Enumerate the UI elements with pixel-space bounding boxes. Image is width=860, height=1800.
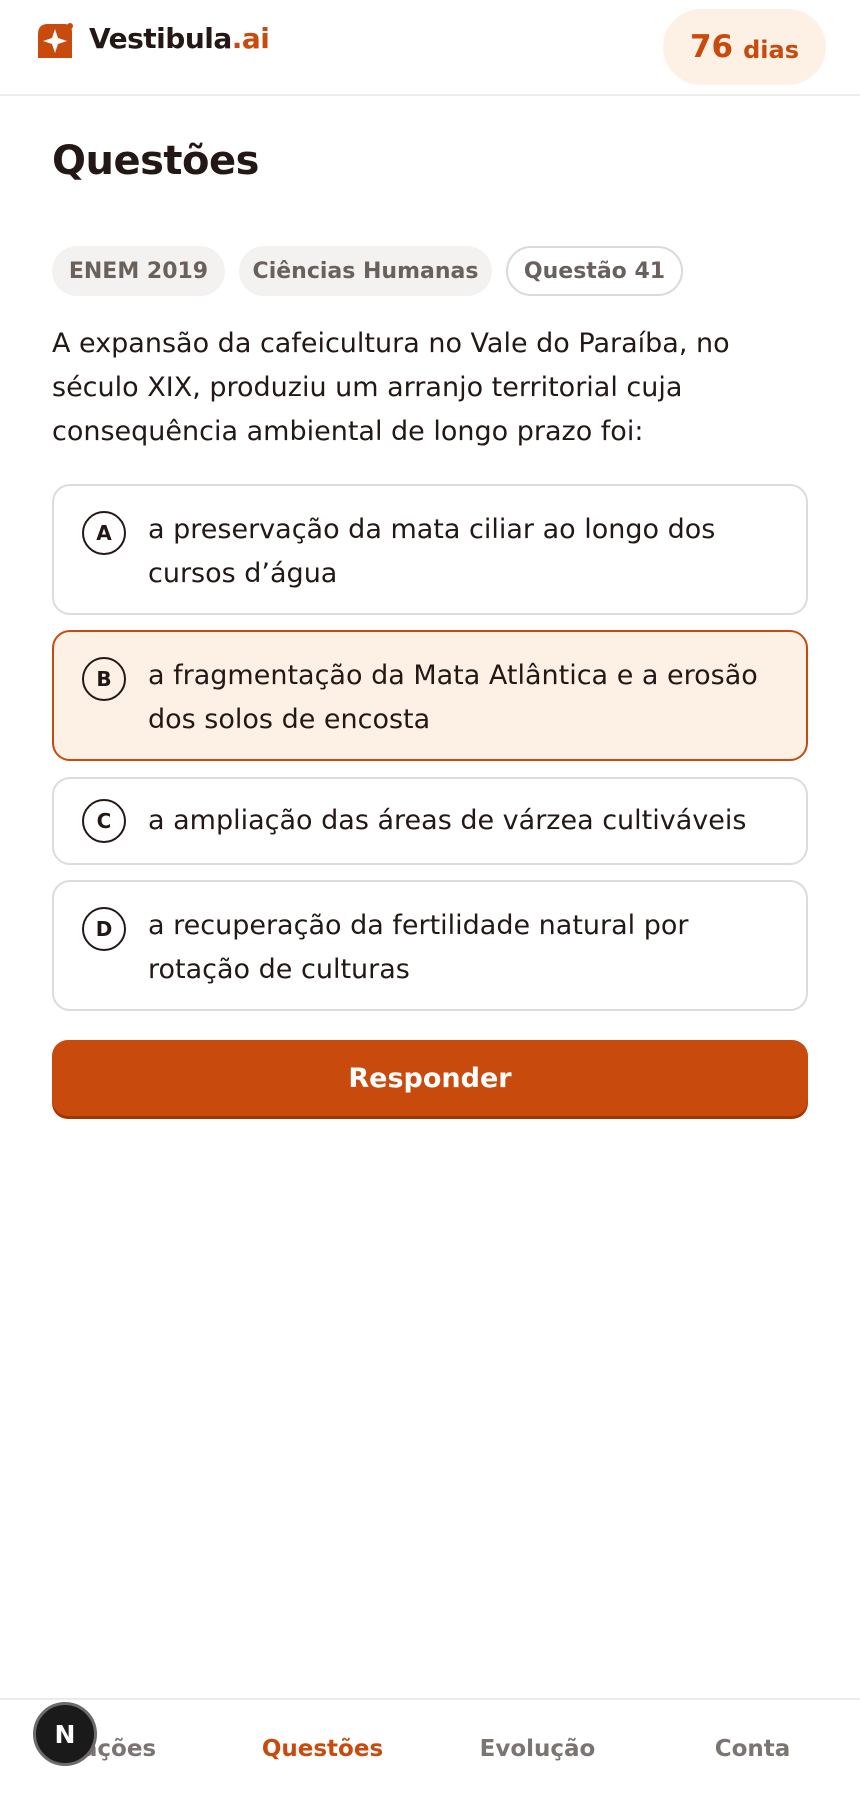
option-letter-b: B — [82, 657, 126, 701]
tag-exam: ENEM 2019 — [52, 246, 225, 296]
option-c[interactable]: C a ampliação das áreas de várzea cultiv… — [52, 777, 808, 865]
brand-name[interactable]: Vestibula .ai — [89, 22, 270, 55]
option-text-a: a preservação da mata ciliar ao longo do… — [148, 514, 716, 589]
option-letter-c: C — [82, 799, 126, 843]
option-letter-a: A — [82, 511, 126, 555]
countdown-value: 76 — [689, 29, 734, 65]
nav-item-conta[interactable]: Conta — [645, 1736, 860, 1762]
submit-answer-button[interactable]: Responder — [52, 1040, 808, 1116]
question-text: A expansão da cafeicultura no Vale do Pa… — [52, 328, 730, 447]
option-b[interactable]: B a fragmentação da Mata Atlântica e a e… — [52, 630, 808, 761]
nav-item-simulacoes[interactable]: …ações — [0, 1736, 215, 1762]
countdown-unit: dias — [743, 35, 800, 64]
app-header: Vestibula .ai 76 dias — [0, 0, 860, 96]
nav-item-evolucao[interactable]: Evolução — [430, 1736, 645, 1762]
option-text-d: a recuperação da fertilidade natural por… — [148, 910, 689, 985]
floating-dev-button[interactable]: N — [33, 1702, 97, 1766]
option-a[interactable]: A a preservação da mata ciliar ao longo … — [52, 484, 808, 615]
page-title: Questões — [52, 138, 259, 184]
tag-subject: Ciências Humanas — [239, 246, 492, 296]
option-d[interactable]: D a recuperação da fertilidade natural p… — [52, 880, 808, 1011]
brand-name-main: Vestibula — [89, 22, 232, 55]
tag-question-number: Questão 41 — [506, 246, 683, 296]
rocket-icon[interactable] — [34, 20, 76, 62]
nav-item-questoes[interactable]: Questões — [215, 1736, 430, 1762]
option-letter-d: D — [82, 907, 126, 951]
exam-countdown-badge: 76 dias — [663, 9, 826, 85]
bottom-nav: …ações Questões Evolução Conta — [0, 1698, 860, 1800]
brand-name-suffix: .ai — [231, 22, 270, 55]
option-text-b: a fragmentação da Mata Atlântica e a ero… — [148, 660, 758, 735]
option-text-c: a ampliação das áreas de várzea cultiváv… — [148, 805, 747, 836]
